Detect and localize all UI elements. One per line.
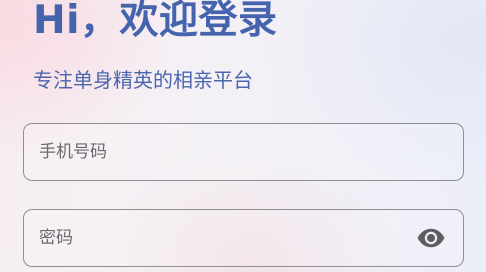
password-input[interactable]: [39, 210, 399, 266]
phone-field[interactable]: [23, 123, 464, 181]
page-title: Hi，欢迎登录: [33, 0, 278, 43]
eye-icon[interactable]: [415, 224, 447, 252]
phone-input[interactable]: [39, 124, 399, 180]
password-field[interactable]: [23, 209, 464, 267]
page-subtitle: 专注单身精英的相亲平台: [33, 68, 253, 92]
